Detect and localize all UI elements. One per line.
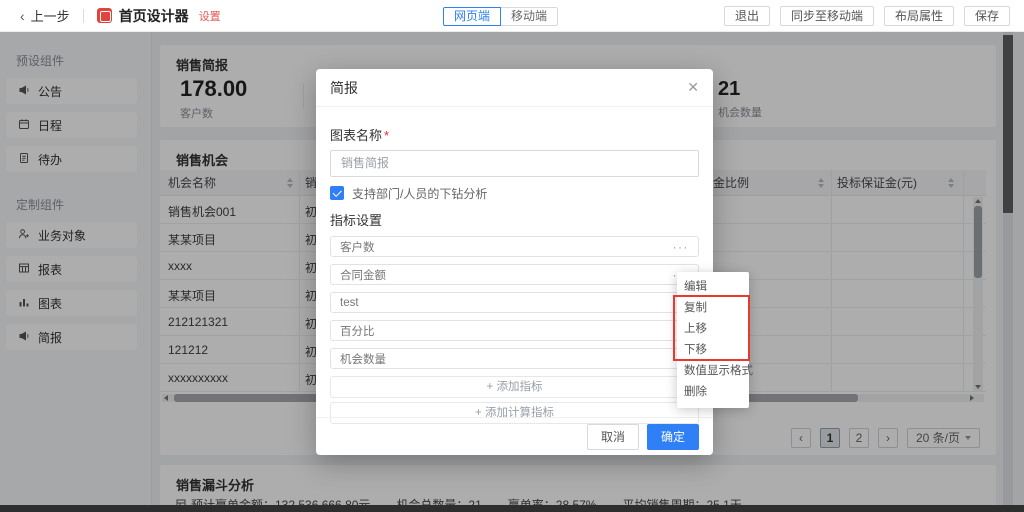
close-icon[interactable]: ✕: [687, 79, 699, 96]
toolbar-actions: 退出 同步至移动端 布局属性 保存: [724, 6, 1010, 26]
indicator-label: 客户数: [340, 239, 375, 255]
menu-item-number-format[interactable]: 数值显示格式: [677, 361, 749, 382]
required-mark: *: [384, 128, 389, 143]
add-indicator-button[interactable]: + 添加指标: [330, 376, 699, 398]
menu-item-edit[interactable]: 编辑: [677, 277, 749, 298]
exit-button[interactable]: 退出: [724, 6, 770, 26]
chevron-left-icon: ‹: [20, 8, 25, 24]
indicator-settings-label: 指标设置: [330, 210, 699, 229]
indicator-row-test[interactable]: test···: [330, 292, 699, 313]
menu-item-move-up[interactable]: 上移: [677, 319, 749, 340]
modal-header: 简报 ✕: [316, 69, 713, 107]
cancel-button[interactable]: 取消: [587, 424, 639, 450]
menu-item-move-down[interactable]: 下移: [677, 340, 749, 361]
chart-name-label: 图表名称*: [330, 125, 699, 144]
back-button[interactable]: ‹ 上一步: [20, 6, 70, 25]
device-tabs: 网页端 移动端: [443, 7, 558, 26]
top-toolbar: ‹ 上一步 首页设计器 设置 网页端 移动端 退出 同步至移动端 布局属性 保存: [0, 0, 1024, 32]
modal-footer: 取消 确定: [316, 417, 713, 455]
label-text: 图表名称: [330, 128, 382, 143]
settings-link[interactable]: 设置: [199, 8, 221, 24]
sync-to-mobile-button[interactable]: 同步至移动端: [780, 6, 874, 26]
indicator-row-customer-count[interactable]: 客户数 ···: [330, 236, 699, 257]
modal-title: 简报: [330, 78, 358, 98]
indicator-context-menu: 编辑 复制 上移 下移 数值显示格式 删除: [677, 272, 749, 408]
modal-body: 图表名称* 销售简报 支持部门/人员的下钻分析 指标设置 客户数 ··· 合同金额…: [316, 125, 713, 424]
back-label: 上一步: [31, 6, 70, 25]
window-bottom-edge: [0, 505, 1024, 512]
more-actions-icon[interactable]: ···: [673, 242, 690, 252]
layout-properties-button[interactable]: 布局属性: [884, 6, 954, 26]
menu-item-delete[interactable]: 删除: [677, 382, 749, 403]
drill-down-option: 支持部门/人员的下钻分析: [330, 186, 699, 200]
drill-down-label: 支持部门/人员的下钻分析: [352, 185, 487, 202]
tab-web[interactable]: 网页端: [443, 7, 501, 26]
homepage-designer: ‹ 上一步 首页设计器 设置 网页端 移动端 退出 同步至移动端 布局属性 保存…: [0, 0, 1024, 512]
briefing-settings-modal: 简报 ✕ 图表名称* 销售简报 支持部门/人员的下钻分析 指标设置 客户数 ···…: [316, 69, 713, 455]
tab-mobile[interactable]: 移动端: [500, 7, 558, 26]
divider: [83, 9, 84, 23]
indicator-label: 合同金额: [340, 267, 386, 283]
menu-item-copy[interactable]: 复制: [677, 298, 749, 319]
app-logo-icon: [97, 8, 112, 23]
indicator-label: 百分比: [340, 323, 375, 339]
page-title: 首页设计器: [119, 6, 189, 26]
checkbox-checked-icon[interactable]: [330, 186, 344, 200]
save-button[interactable]: 保存: [964, 6, 1010, 26]
indicator-row-contract-amount[interactable]: 合同金额···: [330, 264, 699, 285]
chart-name-input[interactable]: 销售简报: [330, 150, 699, 177]
indicator-row-percentage[interactable]: 百分比···: [330, 320, 699, 341]
confirm-button[interactable]: 确定: [647, 424, 699, 450]
indicator-label: test: [340, 297, 359, 309]
indicator-label: 机会数量: [340, 351, 386, 367]
indicator-row-opportunity-count[interactable]: 机会数量···: [330, 348, 699, 369]
